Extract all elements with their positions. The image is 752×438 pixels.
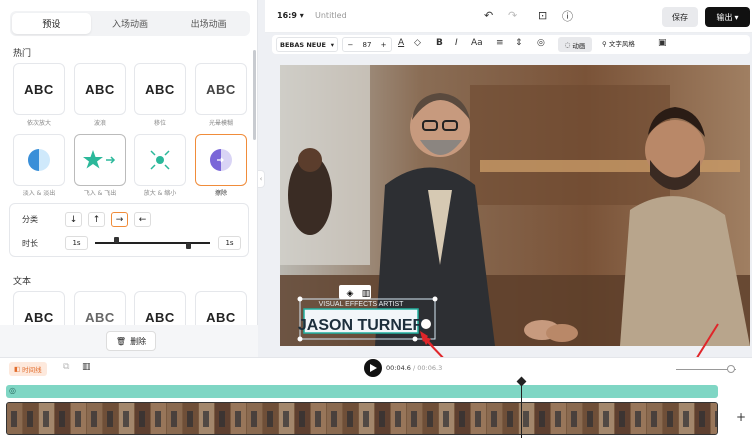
film-frame-figure xyxy=(299,411,305,427)
film-frame-figure xyxy=(203,411,209,427)
film-frame-figure xyxy=(571,411,577,427)
timeline-label: 时间线 xyxy=(22,366,42,374)
film-frame-figure xyxy=(75,411,81,427)
filmstrip-thumbnails xyxy=(7,403,717,434)
film-frame-figure xyxy=(715,411,717,427)
film-frame-figure xyxy=(603,411,609,427)
film-frame-figure xyxy=(411,411,417,427)
timeline-panel: ◧ 时间线 ⧉ ▥ 00:04.6 / 00:06.3 ◎ + xyxy=(0,357,752,438)
total-time: 00:06.3 xyxy=(417,364,443,372)
film-frame-figure xyxy=(187,411,193,427)
film-frame-figure xyxy=(155,411,161,427)
film-frame-figure xyxy=(619,411,625,427)
film-frame-figure xyxy=(315,411,321,427)
playhead[interactable] xyxy=(521,379,522,438)
film-frame-figure xyxy=(427,411,433,427)
film-frame-figure xyxy=(219,411,225,427)
text-track-clip[interactable]: ◎ xyxy=(6,385,718,398)
trash-icon[interactable]: ▥ xyxy=(82,362,91,372)
film-frame-figure xyxy=(507,411,513,427)
app-window: 预设 入场动画 出场动画 热门 ABC 依次放大 ABC 波浪 ABC 移位 A… xyxy=(0,0,752,438)
film-frame-figure xyxy=(459,411,465,427)
film-frame-figure xyxy=(555,411,561,427)
play-button[interactable] xyxy=(364,359,382,377)
current-time: 00:04.6 xyxy=(386,364,411,372)
film-frame-figure xyxy=(27,411,33,427)
zoom-handle[interactable] xyxy=(727,365,735,373)
film-frame-figure xyxy=(539,411,545,427)
film-frame-figure xyxy=(91,411,97,427)
film-frame-figure xyxy=(11,411,17,427)
film-frame-figure xyxy=(139,411,145,427)
film-frame-figure xyxy=(635,411,641,427)
film-frame-figure xyxy=(699,411,705,427)
film-frame-figure xyxy=(475,411,481,427)
film-frame-figure xyxy=(123,411,129,427)
film-frame-figure xyxy=(107,411,113,427)
film-frame-figure xyxy=(523,411,529,427)
film-frame-figure xyxy=(587,411,593,427)
film-frame-figure xyxy=(667,411,673,427)
film-frame-figure xyxy=(491,411,497,427)
film-frame-figure xyxy=(363,411,369,427)
play-icon xyxy=(370,364,377,372)
timeline-toggle-button[interactable]: ◧ 时间线 xyxy=(9,362,47,376)
film-frame-figure xyxy=(267,411,273,427)
film-frame-figure xyxy=(283,411,289,427)
film-frame-figure xyxy=(251,411,257,427)
film-frame-figure xyxy=(235,411,241,427)
film-frame-figure xyxy=(395,411,401,427)
film-frame-figure xyxy=(651,411,657,427)
film-frame-figure xyxy=(683,411,689,427)
add-track-icon[interactable]: + xyxy=(736,410,746,424)
film-frame-figure xyxy=(347,411,353,427)
film-frame-figure xyxy=(443,411,449,427)
timeline-icon: ◧ xyxy=(14,365,21,373)
film-frame-figure xyxy=(171,411,177,427)
timecode: 00:04.6 / 00:06.3 xyxy=(386,364,443,372)
film-frame-figure xyxy=(59,411,65,427)
video-track-clip[interactable] xyxy=(6,402,718,435)
film-frame-figure xyxy=(43,411,49,427)
film-frame-figure xyxy=(331,411,337,427)
copy-icon[interactable]: ⧉ xyxy=(63,362,69,372)
film-frame-figure xyxy=(379,411,385,427)
text-clip-icon: ◎ xyxy=(9,386,16,395)
